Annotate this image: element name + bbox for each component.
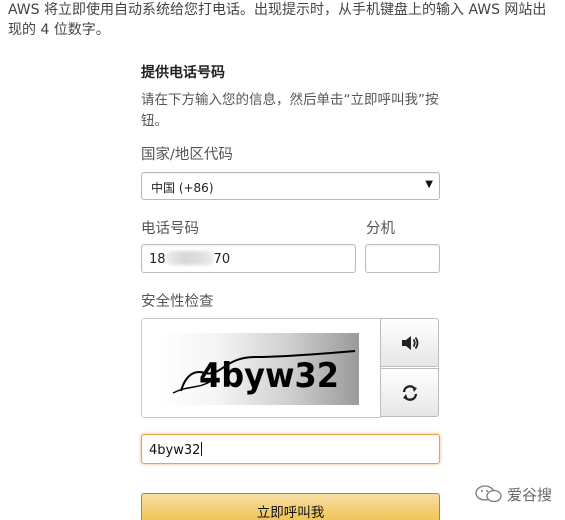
refresh-captcha-button[interactable] bbox=[380, 368, 439, 417]
refresh-icon bbox=[402, 385, 418, 401]
country-code-value: 中国 (+86) bbox=[151, 181, 214, 195]
country-code-label: 国家/地区代码 bbox=[141, 147, 233, 163]
extension-input[interactable] bbox=[365, 244, 440, 273]
captcha-panel: 4byw32 bbox=[141, 318, 381, 418]
phone-number-prefix: 18 bbox=[149, 252, 166, 267]
captcha-image: 4byw32 bbox=[159, 333, 359, 405]
panel-title: 提供电话号码 bbox=[141, 65, 225, 81]
phone-number-label: 电话号码 bbox=[141, 221, 199, 237]
speaker-icon bbox=[402, 336, 419, 350]
phone-number-input[interactable]: 18 70 bbox=[141, 244, 356, 273]
phone-number-suffix: 70 bbox=[213, 252, 231, 267]
watermark-text: 爱谷搜 bbox=[507, 486, 553, 504]
extension-label: 分机 bbox=[366, 221, 395, 237]
intro-text: AWS 将立即使用自动系统给您打电话。出现提示时，从手机键盘上的输入 AWS 网… bbox=[8, 2, 547, 38]
country-code-select[interactable]: 中国 (+86) ▼ bbox=[141, 172, 440, 200]
panel-description: 请在下方输入您的信息，然后单击“立即呼叫我”按钮。 bbox=[141, 92, 439, 129]
phone-number-redaction bbox=[165, 251, 214, 265]
captcha-answer-input[interactable]: 4byw32 bbox=[141, 434, 440, 464]
call-me-now-button[interactable]: 立即呼叫我 bbox=[141, 493, 440, 520]
security-check-label: 安全性检查 bbox=[141, 294, 214, 310]
audio-captcha-button[interactable] bbox=[380, 318, 439, 367]
wechat-icon bbox=[475, 485, 502, 503]
captcha-text: 4byw32 bbox=[199, 356, 339, 396]
dropdown-arrow-icon: ▼ bbox=[425, 179, 433, 190]
text-cursor bbox=[201, 442, 203, 456]
captcha-answer-value: 4byw32 bbox=[149, 443, 201, 458]
